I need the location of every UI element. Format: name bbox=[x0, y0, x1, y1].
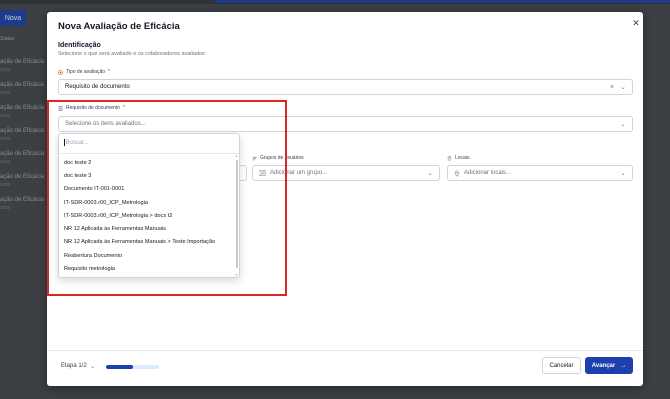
background-list-item-title: ação de Eficácia bbox=[0, 105, 45, 111]
locais-label-text: Locais bbox=[455, 155, 470, 161]
clear-icon[interactable]: × bbox=[610, 84, 614, 91]
background-list-item-date: 2025 bbox=[0, 205, 11, 210]
background-list-item[interactable]: ação de Eficácia 2025 bbox=[0, 174, 44, 188]
tipo-value: Requisito de documento bbox=[65, 84, 130, 90]
background-list-item-date: 2025 bbox=[0, 113, 11, 118]
step-label: Etapa 1/2 bbox=[61, 363, 87, 369]
background-list-item[interactable]: ação de Eficácia 2025 bbox=[0, 128, 44, 142]
chevron-down-icon: ⌄ bbox=[620, 121, 626, 128]
background-list-item[interactable]: ação de Eficácia 2025 bbox=[0, 59, 44, 73]
step-selector[interactable]: Etapa 1/2 ⌄ bbox=[61, 363, 96, 370]
sidebar-label: Status bbox=[0, 36, 15, 42]
section-title: Identificação bbox=[58, 42, 101, 49]
arrow-right-icon: → bbox=[620, 362, 627, 369]
background-list-item-date: 2025 bbox=[0, 90, 11, 95]
close-icon[interactable]: ✕ bbox=[631, 18, 641, 28]
locais-placeholder: Adicionar locais... bbox=[464, 170, 512, 176]
top-bar bbox=[0, 0, 670, 4]
tipo-label-text: Tipo de avaliação bbox=[66, 69, 106, 75]
chevron-down-icon: ⌄ bbox=[90, 363, 96, 370]
tipo-label: Tipo de avaliação * bbox=[58, 69, 110, 75]
progress-fill bbox=[106, 365, 133, 369]
background-list-item-title: ação de Eficácia bbox=[0, 82, 45, 88]
location-icon bbox=[447, 155, 452, 161]
background-list-item-title: ação de Eficácia bbox=[0, 174, 45, 180]
locais-select[interactable]: Adicionar locais... ⌄ bbox=[447, 165, 633, 181]
next-button[interactable]: Avançar → bbox=[585, 357, 633, 374]
target-icon bbox=[58, 69, 63, 75]
background-list-item-title: ação de Eficácia bbox=[0, 59, 45, 65]
highlight-box bbox=[47, 100, 287, 296]
background-list-item[interactable]: ação de Eficácia 2025 bbox=[0, 197, 44, 211]
new-button[interactable]: Nova bbox=[0, 10, 26, 26]
background-list-item-date: 2025 bbox=[0, 159, 11, 164]
cancel-button[interactable]: Cancelar bbox=[542, 357, 581, 374]
background-list-item-title: ação de Eficácia bbox=[0, 128, 45, 134]
required-mark: * bbox=[108, 69, 110, 75]
location-icon bbox=[454, 170, 460, 177]
chevron-down-icon: ⌄ bbox=[427, 170, 433, 177]
background-list-item[interactable]: ação de Eficácia 2025 bbox=[0, 105, 44, 119]
step-progress-bar bbox=[106, 365, 159, 369]
chevron-down-icon: ⌄ bbox=[620, 84, 626, 91]
footer-divider bbox=[47, 350, 643, 351]
background-list-item[interactable]: ação de Eficácia 2025 bbox=[0, 151, 44, 165]
next-label: Avançar bbox=[591, 362, 616, 369]
grupos-placeholder: Adicionar um grupo... bbox=[270, 170, 328, 176]
background-list-item[interactable]: ação de Eficácia 2025 bbox=[0, 82, 44, 96]
locais-label: Locais bbox=[447, 155, 469, 161]
modal-title: Nova Avaliação de Eficácia bbox=[58, 21, 180, 32]
background-list-item-date: 2025 bbox=[0, 136, 11, 141]
section-subtitle: Selecione o que será avaliado e os colab… bbox=[58, 51, 205, 57]
background-list-item-title: ação de Eficácia bbox=[0, 151, 45, 157]
background-list-item-date: 2025 bbox=[0, 67, 11, 72]
chevron-down-icon: ⌄ bbox=[620, 170, 626, 177]
background-list-item-date: 2025 bbox=[0, 182, 11, 187]
tipo-select[interactable]: Requisito de documento × ⌄ bbox=[58, 79, 633, 95]
background-list-item-title: ação de Eficácia bbox=[0, 197, 45, 203]
